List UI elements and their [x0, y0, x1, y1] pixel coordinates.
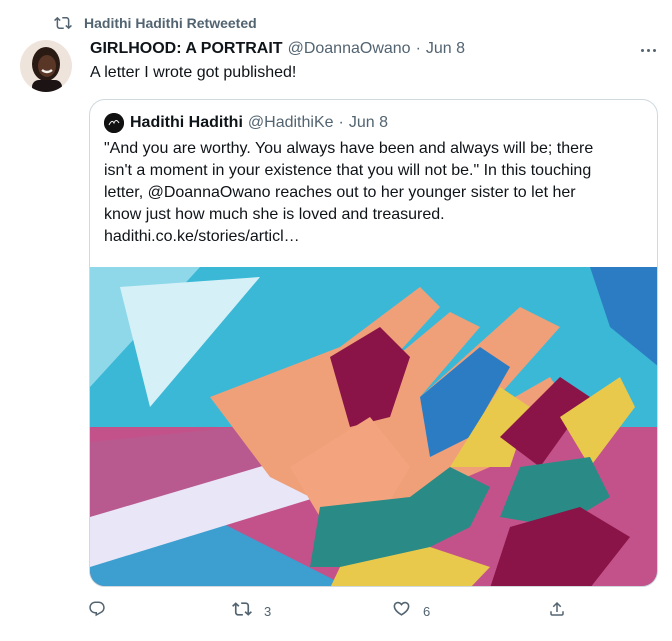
retweet-icon — [232, 599, 252, 624]
quote-header: Hadithi Hadithi @HadithiKe · Jun 8 — [104, 112, 388, 134]
more-options-icon[interactable] — [636, 40, 660, 60]
reply-icon — [88, 600, 106, 623]
quoted-tweet[interactable]: Hadithi Hadithi @HadithiKe · Jun 8 "And … — [89, 99, 658, 587]
author-handle[interactable]: @DoannaOwano — [288, 40, 411, 58]
retweet-context[interactable]: Hadithi Hadithi Retweeted — [54, 12, 257, 34]
quote-text-line: know just how much she is loved and trea… — [104, 206, 445, 223]
separator-dot: · — [415, 40, 421, 57]
quote-text-line: isn't a moment in your existence that yo… — [104, 162, 592, 179]
quote-author-name: Hadithi Hadithi — [130, 114, 243, 131]
retweet-label: Hadithi Hadithi Retweeted — [84, 15, 257, 31]
tweet-actions: 3 6 — [0, 596, 672, 626]
reply-button[interactable] — [88, 596, 106, 626]
like-count: 6 — [423, 603, 431, 619]
quote-author-handle: @HadithiKe — [247, 114, 334, 131]
like-button[interactable]: 6 — [392, 596, 430, 626]
share-icon — [548, 600, 566, 623]
quote-link[interactable]: hadithi.co.ke/stories/articl… — [104, 226, 644, 248]
hands-mural-image[interactable] — [90, 267, 657, 586]
avatar[interactable] — [20, 40, 72, 92]
heart-icon — [392, 599, 411, 623]
share-button[interactable] — [548, 596, 566, 626]
retweet-button[interactable]: 3 — [232, 596, 271, 626]
retweet-icon — [54, 14, 72, 32]
quote-text-line: "And you are worthy. You always have bee… — [104, 140, 594, 157]
tweet-time[interactable]: Jun 8 — [426, 40, 465, 58]
author-name[interactable]: GIRLHOOD: A PORTRAIT — [90, 40, 283, 58]
quote-text: "And you are worthy. You always have bee… — [104, 138, 644, 248]
retweet-count: 3 — [264, 603, 272, 619]
quote-text-line: letter, @DoannaOwano reaches out to her … — [104, 184, 576, 201]
quote-avatar — [104, 113, 124, 133]
quote-separator-dot: · — [338, 114, 344, 131]
tweet-text: A letter I wrote got published! — [90, 64, 297, 81]
quote-time: Jun 8 — [348, 114, 388, 131]
tweet-header: GIRLHOOD: A PORTRAIT @DoannaOwano · Jun … — [90, 38, 465, 60]
tweet[interactable]: Hadithi Hadithi Retweeted GIRLHOOD: A PO… — [0, 0, 672, 641]
